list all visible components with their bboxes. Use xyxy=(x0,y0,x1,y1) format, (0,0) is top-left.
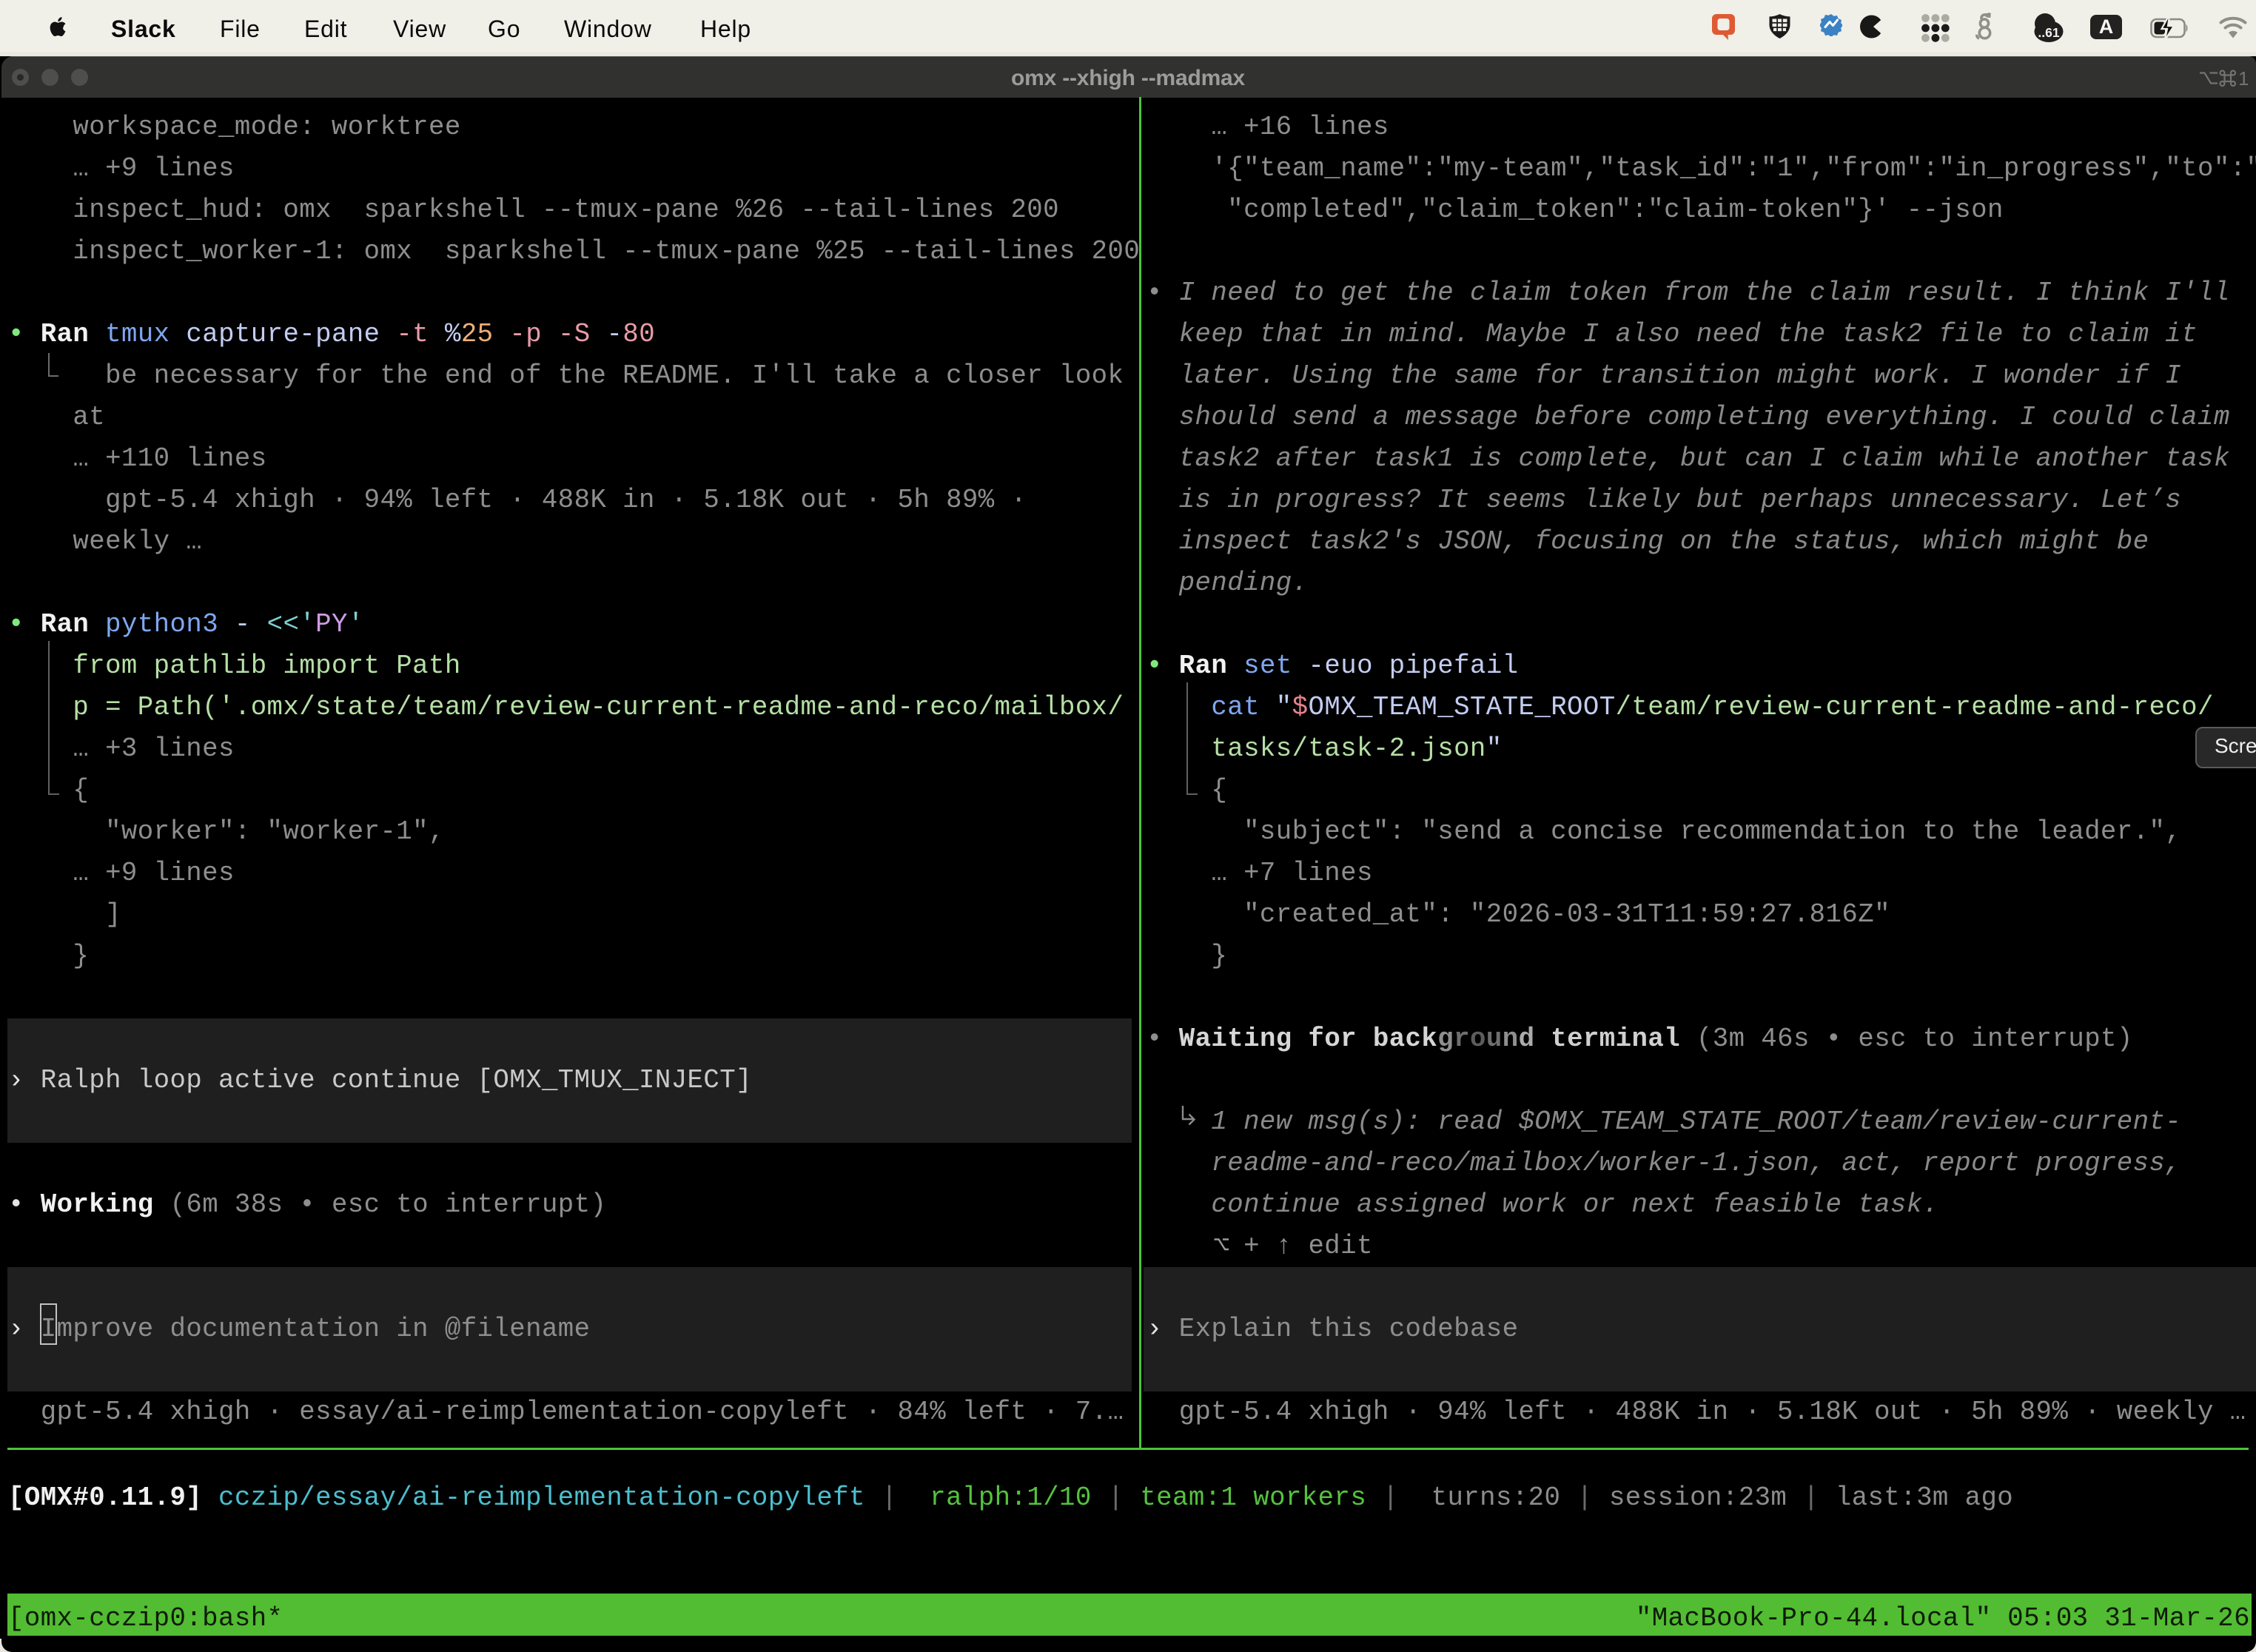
svg-text:..61: ..61 xyxy=(2038,25,2059,40)
svg-text:1: 1 xyxy=(2238,67,2248,88)
